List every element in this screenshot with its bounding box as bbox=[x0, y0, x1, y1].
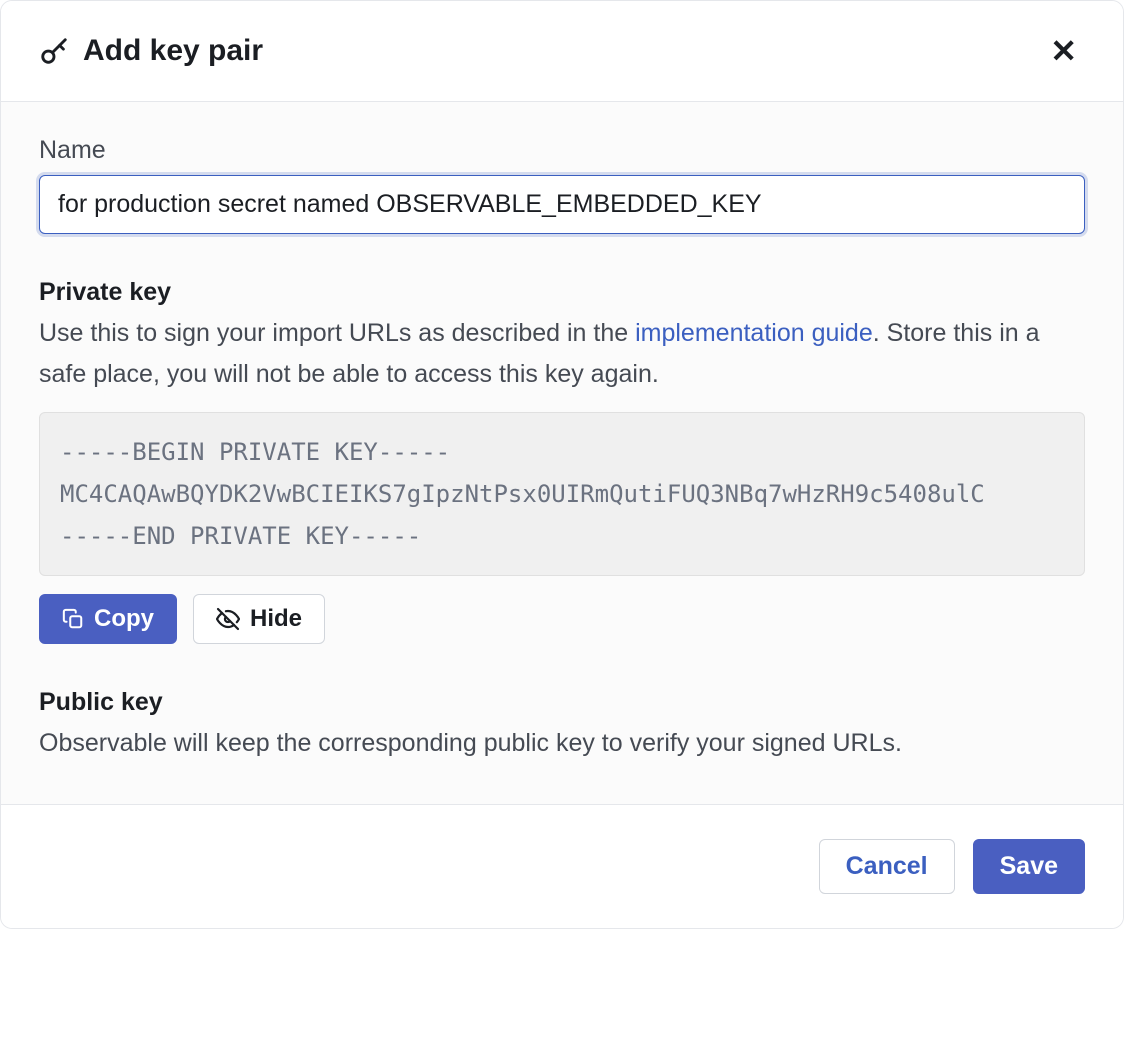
modal-footer: Cancel Save bbox=[1, 804, 1123, 928]
public-key-group: Public key Observable will keep the corr… bbox=[39, 688, 1085, 764]
description-text-before: Use this to sign your import URLs as des… bbox=[39, 319, 635, 347]
add-key-pair-modal: Add key pair ✕ Name Private key Use this… bbox=[0, 0, 1124, 929]
cancel-button[interactable]: Cancel bbox=[819, 839, 955, 894]
private-key-actions: Copy Hide bbox=[39, 594, 1085, 644]
private-key-content: -----BEGIN PRIVATE KEY----- MC4CAQAwBQYD… bbox=[39, 412, 1085, 576]
close-icon: ✕ bbox=[1050, 33, 1077, 69]
close-button[interactable]: ✕ bbox=[1042, 31, 1085, 71]
public-key-description: Observable will keep the corresponding p… bbox=[39, 723, 1085, 764]
private-key-label: Private key bbox=[39, 278, 1085, 307]
copy-button[interactable]: Copy bbox=[39, 594, 177, 644]
copy-button-label: Copy bbox=[94, 607, 154, 631]
key-icon bbox=[39, 36, 69, 66]
private-key-group: Private key Use this to sign your import… bbox=[39, 278, 1085, 644]
implementation-guide-link[interactable]: implementation guide bbox=[635, 319, 873, 347]
name-field-group: Name bbox=[39, 136, 1085, 234]
copy-icon bbox=[62, 608, 84, 630]
save-button[interactable]: Save bbox=[973, 839, 1085, 894]
modal-title: Add key pair bbox=[83, 34, 263, 68]
private-key-description: Use this to sign your import URLs as des… bbox=[39, 313, 1085, 396]
hide-button[interactable]: Hide bbox=[193, 594, 325, 644]
modal-body: Name Private key Use this to sign your i… bbox=[1, 102, 1123, 804]
public-key-label: Public key bbox=[39, 688, 1085, 717]
name-label: Name bbox=[39, 136, 1085, 165]
hide-button-label: Hide bbox=[250, 607, 302, 631]
modal-title-wrap: Add key pair bbox=[39, 34, 263, 68]
eye-off-icon bbox=[216, 607, 240, 631]
name-input[interactable] bbox=[39, 175, 1085, 234]
modal-header: Add key pair ✕ bbox=[1, 1, 1123, 102]
